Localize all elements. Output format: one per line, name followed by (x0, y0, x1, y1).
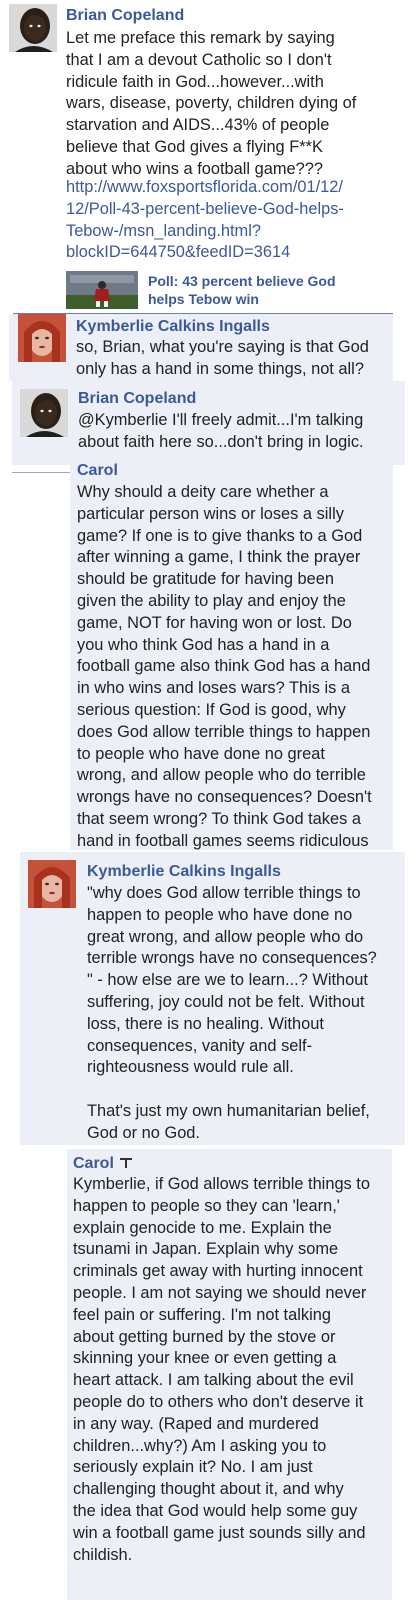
comment-author[interactable]: Brian Copeland (78, 389, 196, 409)
football-photo-icon (66, 271, 138, 309)
divider-line (12, 472, 72, 473)
comment-kymberlie-1: Kymberlie Calkins Ingalls so, Brian, wha… (9, 314, 393, 381)
comment-author[interactable]: Carol (77, 461, 118, 481)
share-thumbnail[interactable] (66, 271, 138, 309)
comment-author[interactable]: Brian Copeland (66, 6, 184, 26)
comment-text: @Kymberlie I'll freely admit...I'm talki… (78, 411, 364, 451)
comment-author[interactable]: Carol (73, 1154, 114, 1174)
comment-text: Why should a deity care whether a partic… (77, 483, 372, 850)
cropped-surname-fragment (125, 1158, 127, 1168)
avatar-brian[interactable] (20, 389, 68, 437)
comment-text: Kymberlie, if God allows terrible things… (73, 1175, 370, 1564)
comment-brian-1: Brian Copeland Let me preface this remar… (0, 0, 413, 312)
comment-author[interactable]: Kymberlie Calkins Ingalls (87, 862, 281, 882)
comment-kymberlie-2: Kymberlie Calkins Ingalls "why does God … (20, 852, 405, 1145)
share-title[interactable]: Poll: 43 percent believe God helps Tebow… (148, 272, 398, 308)
comment-carol-2: Carol Kymberlie, if God allows terrible … (67, 1149, 392, 1600)
comment-author[interactable]: Kymberlie Calkins Ingalls (76, 317, 270, 337)
comment-text: "why does God allow terrible things to h… (87, 884, 377, 1142)
comment-text: so, Brian, what you're saying is that Go… (76, 338, 369, 378)
avatar-kymberlie[interactable] (28, 860, 76, 908)
profile-photo-icon (20, 389, 68, 437)
shared-link[interactable]: http://www.foxsportsflorida.com/01/12/ 1… (66, 177, 406, 264)
comment-text: Let me preface this remark by saying tha… (66, 29, 357, 178)
avatar-kymberlie[interactable] (18, 314, 66, 362)
comment-brian-2: Brian Copeland @Kymberlie I'll freely ad… (12, 381, 405, 465)
profile-photo-icon (9, 4, 57, 52)
comment-carol-1: Carol Why should a deity care whether a … (70, 458, 393, 850)
avatar-brian[interactable] (9, 4, 57, 52)
profile-photo-icon (18, 314, 66, 362)
profile-photo-icon (28, 860, 76, 908)
